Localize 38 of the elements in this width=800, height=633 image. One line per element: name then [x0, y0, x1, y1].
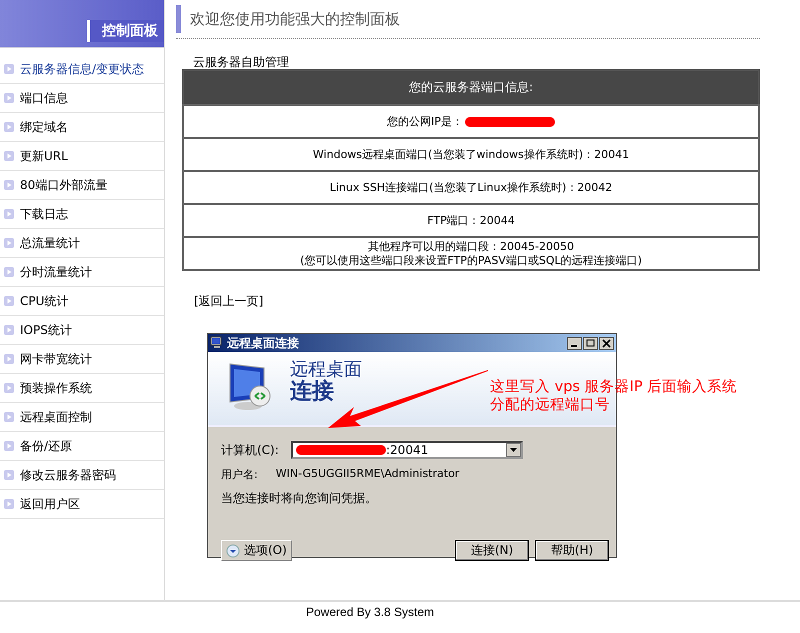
sidebar-item[interactable]: 网卡带宽统计 [0, 345, 164, 374]
table-cell: 其他程序可以用的端口段：20045-20050 (您可以使用这些端口段来设置FTP的PASV端口或SQL的远程连接端口) [183, 237, 759, 270]
dialog-button[interactable]: 帮助(H) [535, 540, 609, 561]
username-value: WIN-G5UGGII5RME\Administrator [276, 467, 460, 482]
banner-title: 远程桌面 [290, 360, 362, 380]
section-title: 云服务器自助管理 [193, 55, 290, 69]
options-button[interactable]: 选项(O) [221, 540, 292, 561]
sidebar-title: 控制面板 [87, 20, 164, 42]
sidebar-item[interactable]: 修改云服务器密码 [0, 461, 164, 490]
sidebar-item[interactable]: CPU统计 [0, 287, 164, 316]
field-label: 用户名: [221, 467, 258, 482]
sidebar-item[interactable]: 备份/还原 [0, 432, 164, 461]
table-cell: Windows远程桌面端口(当您装了windows操作系统时)：20041 [183, 138, 759, 171]
sidebar-item[interactable]: 远程桌面控制 [0, 403, 164, 432]
sidebar-item[interactable]: 返回用户区 [0, 490, 164, 519]
dialog-title: 远程桌面连接 [227, 334, 299, 352]
table-cell: FTP端口：20044 [183, 204, 759, 237]
computer-field[interactable]: :20041 [291, 441, 523, 459]
sidebar-item[interactable]: 端口信息 [0, 84, 164, 113]
dialog-button[interactable]: 连接(N) [455, 540, 529, 561]
credentials-note: 当您连接时将向您询问凭据。 [221, 490, 378, 507]
sidebar-item[interactable]: 下载日志 [0, 200, 164, 229]
table-cell: 您的公网IP是： [183, 105, 759, 138]
table-cell: Linux SSH连接端口(当您装了Linux操作系统时)：20042 [183, 171, 759, 204]
sidebar-item[interactable]: 总流量统计 [0, 229, 164, 258]
sidebar-item[interactable]: IOPS统计 [0, 316, 164, 345]
sidebar-item[interactable]: 更新URL [0, 142, 164, 171]
field-label: 计算机(C): [221, 442, 280, 458]
sidebar-item[interactable]: 预装操作系统 [0, 374, 164, 403]
sidebar-item[interactable]: 云服务器信息/变更状态 [0, 55, 164, 84]
back-link[interactable]: [返回上一页] [194, 293, 264, 310]
footer-text: Powered By 3.8 System [0, 600, 800, 619]
page-title: 欢迎您使用功能强大的控制面板 [190, 10, 400, 28]
sidebar-item[interactable]: 80端口外部流量 [0, 171, 164, 200]
table-header: 您的云服务器端口信息: [183, 70, 759, 105]
sidebar-item[interactable]: 分时流量统计 [0, 258, 164, 287]
banner-subtitle: 连接 [290, 380, 335, 404]
sidebar-item[interactable]: 绑定域名 [0, 113, 164, 142]
